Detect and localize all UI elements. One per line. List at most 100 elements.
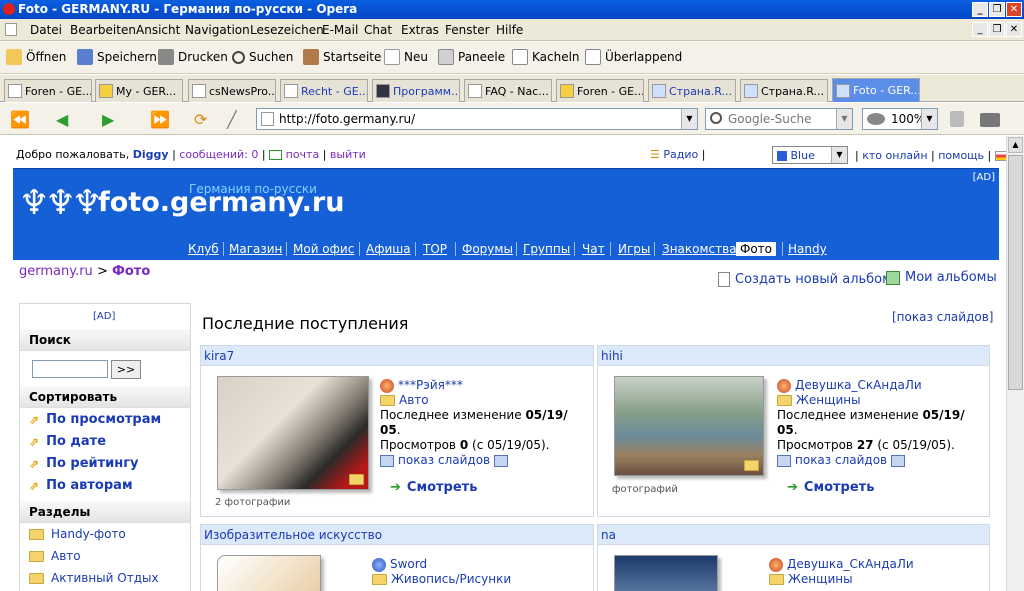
help-link[interactable]: помощь <box>938 149 984 162</box>
album-thumbnail[interactable] <box>217 376 369 490</box>
nav-photo-active[interactable]: Фото <box>736 242 777 256</box>
tab-foto-active[interactable]: Foto - GER... <box>832 78 920 102</box>
sidebar-search-input[interactable] <box>32 360 108 378</box>
menu-chat[interactable]: Chat <box>364 23 392 37</box>
tab-strana-2[interactable]: Страна.R... <box>740 79 828 102</box>
nav-top[interactable]: TOP <box>423 242 447 256</box>
maximize-button[interactable]: ❐ <box>989 2 1005 17</box>
doc-close-button[interactable]: ✕ <box>1006 22 1022 37</box>
menu-bearbeiten[interactable]: Bearbeiten <box>70 23 136 37</box>
album-name[interactable]: kira7 <box>201 346 593 366</box>
doc-minimize-button[interactable]: _ <box>972 22 988 37</box>
doc-restore-button[interactable]: ❐ <box>989 22 1005 37</box>
print-button[interactable]: Drucken <box>158 47 228 67</box>
banner-ad[interactable]: [AD] <box>973 172 995 183</box>
open-button[interactable]: Öffnen <box>6 47 66 67</box>
logout-link[interactable]: выйти <box>330 148 366 161</box>
home-button[interactable]: Startseite <box>303 47 381 67</box>
mail-link[interactable]: почта <box>286 148 320 161</box>
nav-shop[interactable]: Магазин <box>229 242 282 256</box>
create-album-link[interactable]: Создать новый альбом <box>718 272 892 287</box>
section-auto[interactable]: Авто <box>29 549 81 563</box>
trash-icon[interactable] <box>950 111 964 127</box>
menu-fenster[interactable]: Fenster <box>445 23 490 37</box>
nav-chat[interactable]: Чат <box>582 242 605 256</box>
tab-strana-1[interactable]: Страна.R... <box>648 79 736 102</box>
nav-office[interactable]: Мой офис <box>293 242 354 256</box>
fast-forward-icon[interactable]: ⏩ <box>150 110 170 129</box>
menu-navigation[interactable]: Navigation <box>185 23 250 37</box>
menu-ansicht[interactable]: Ansicht <box>136 23 180 37</box>
nav-forums[interactable]: Форумы <box>462 242 513 256</box>
back-icon[interactable]: ◀ <box>56 110 68 129</box>
tab-foren-1[interactable]: Foren - GE... <box>4 79 92 102</box>
category-link[interactable]: Женщины <box>769 572 914 587</box>
nav-dating[interactable]: Знакомства <box>662 242 737 256</box>
nav-groups[interactable]: Группы <box>523 242 570 256</box>
nav-club[interactable]: Клуб <box>188 242 219 256</box>
section-active-rest[interactable]: Активный Отдых <box>29 571 159 585</box>
search-engine-dropdown[interactable]: ▼ <box>836 109 852 129</box>
cascade-button[interactable]: Überlappend <box>585 47 682 67</box>
minimize-button[interactable]: _ <box>972 2 988 17</box>
save-button[interactable]: Speichern <box>77 47 157 67</box>
slideshow-link[interactable]: [показ слайдов] <box>892 310 993 324</box>
tab-csnewspro[interactable]: csNewsPro... <box>188 79 276 102</box>
sort-by-views[interactable]: ⇗ По просмотрам <box>29 412 161 427</box>
vertical-scrollbar[interactable]: ▲ <box>1006 136 1024 591</box>
author-link[interactable]: Девушка_СкАндаЛи <box>769 557 914 572</box>
reload-icon[interactable]: ⟳ <box>194 110 207 129</box>
nav-handy[interactable]: Handy <box>788 242 827 256</box>
panels-button[interactable]: Paneele <box>438 47 505 67</box>
author-link[interactable]: Sword <box>372 557 511 572</box>
sort-by-rating[interactable]: ⇗ По рейтингу <box>29 456 139 471</box>
sidebar-search-button[interactable]: >> <box>111 360 141 379</box>
slideshow-link[interactable]: показ слайдов <box>777 453 965 468</box>
messages-link[interactable]: сообщений: 0 <box>179 148 258 161</box>
nav-afisha[interactable]: Афиша <box>366 242 411 256</box>
author-link[interactable]: ***Рэйя*** <box>380 378 568 393</box>
forward-icon[interactable]: ▶ <box>102 110 114 129</box>
menu-datei[interactable]: Datei <box>30 23 62 37</box>
close-button[interactable]: ✕ <box>1006 2 1022 17</box>
album-thumbnail[interactable] <box>614 555 718 591</box>
scroll-thumb[interactable] <box>1008 155 1023 390</box>
address-dropdown[interactable]: ▼ <box>681 109 697 129</box>
sort-by-date[interactable]: ⇗ По дате <box>29 434 106 449</box>
radio-link[interactable]: ☰ Радио | <box>650 148 705 161</box>
wand-icon[interactable]: ╱ <box>227 110 237 129</box>
section-handy-photo[interactable]: Handy-фото <box>29 527 126 541</box>
album-name[interactable]: Изобразительное искусство <box>201 525 593 545</box>
address-field[interactable]: http://foto.germany.ru/ ▼ <box>256 108 698 130</box>
theme-select[interactable]: Blue ▼ <box>772 146 848 164</box>
tab-faq[interactable]: FAQ - Nac... <box>464 79 552 102</box>
breadcrumb-root[interactable]: germany.ru <box>19 264 93 279</box>
who-online-link[interactable]: кто онлайн <box>862 149 927 162</box>
slideshow-link[interactable]: показ слайдов <box>380 453 568 468</box>
sort-by-authors[interactable]: ⇗ По авторам <box>29 478 133 493</box>
my-albums-link[interactable]: Мои альбомы <box>886 270 997 285</box>
nav-games[interactable]: Игры <box>618 242 650 256</box>
search-button[interactable]: Suchen <box>232 47 293 67</box>
zoom-control[interactable]: 100% ▼ <box>862 108 938 130</box>
author-link[interactable]: Девушка_СкАндаЛи <box>777 378 965 393</box>
album-thumbnail[interactable] <box>614 376 764 476</box>
rewind-icon[interactable]: ⏪ <box>10 110 30 129</box>
menu-lesezeichen[interactable]: Lesezeichen <box>250 23 324 37</box>
tab-recht[interactable]: Recht - GE... <box>280 79 368 102</box>
menu-hilfe[interactable]: Hilfe <box>496 23 523 37</box>
tile-button[interactable]: Kacheln <box>512 47 580 67</box>
scroll-up-button[interactable]: ▲ <box>1008 137 1023 153</box>
tab-my[interactable]: My - GER... <box>95 79 183 102</box>
username-link[interactable]: Diggy <box>133 148 169 161</box>
zoom-dropdown[interactable]: ▼ <box>921 109 937 129</box>
menu-email[interactable]: E-Mail <box>322 23 358 37</box>
tab-foren-2[interactable]: Foren - GE... <box>556 79 644 102</box>
view-album-button[interactable]: ➔ Смотреть <box>787 480 874 495</box>
category-link[interactable]: Авто <box>380 393 568 408</box>
category-link[interactable]: Живопись/Рисунки <box>372 572 511 587</box>
menu-extras[interactable]: Extras <box>401 23 439 37</box>
new-button[interactable]: Neu <box>384 47 428 67</box>
flag-icon[interactable] <box>994 151 1006 161</box>
album-thumbnail[interactable] <box>217 555 321 591</box>
